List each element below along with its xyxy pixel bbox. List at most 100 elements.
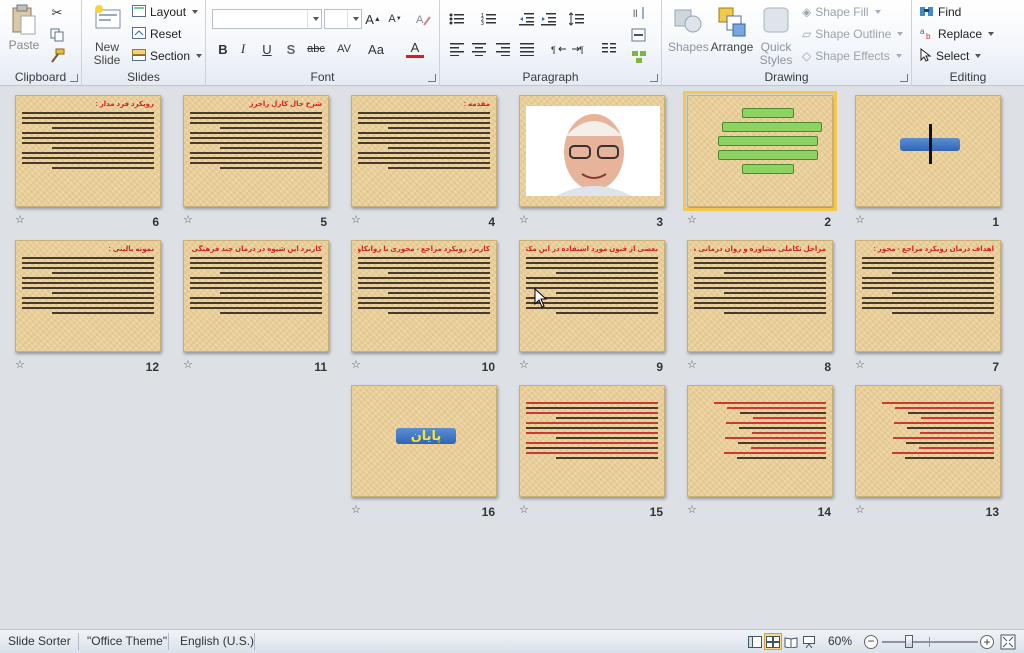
italic-button[interactable]: I (234, 40, 252, 58)
smartart-icon[interactable] (630, 48, 648, 66)
slide-transition-star-icon[interactable]: ☆ (351, 358, 361, 371)
zoom-out-icon[interactable]: − (864, 635, 878, 649)
paragraph-launcher-icon[interactable] (650, 74, 658, 82)
slide-show-button[interactable] (800, 633, 818, 650)
slide-thumbnail-image[interactable]: پایان (351, 385, 497, 497)
slide-transition-star-icon[interactable]: ☆ (183, 358, 193, 371)
slide-thumbnail[interactable]: اهداف درمان رویکرد مراجع - محور : ☆ 7 (855, 240, 1001, 374)
slide-transition-star-icon[interactable]: ☆ (519, 358, 529, 371)
new-slide-button[interactable]: New Slide (88, 4, 126, 67)
shapes-button[interactable]: Shapes (668, 4, 709, 54)
slide-transition-star-icon[interactable]: ☆ (687, 503, 697, 516)
slide-sorter-view-button[interactable] (764, 633, 782, 650)
slide-thumbnail[interactable]: رویکرد فرد مدار : ☆ 6 (15, 95, 161, 229)
zoom-slider-thumb[interactable] (904, 635, 913, 648)
font-color-button[interactable]: A (406, 40, 424, 58)
replace-button[interactable]: ab Replace (920, 24, 995, 44)
slide-thumbnail-image[interactable] (683, 91, 837, 211)
fit-to-window-icon[interactable] (1000, 634, 1016, 650)
slide-thumbnail[interactable]: ☆ 14 (687, 385, 833, 519)
slide-thumbnail[interactable]: ☆ 1 (855, 95, 1001, 229)
slide-thumbnail[interactable]: کاربرد این شیوه در درمان چند فرهنگی : ☆ 11 (183, 240, 329, 374)
reading-view-button[interactable] (782, 633, 800, 650)
rtl-icon[interactable]: ¶ (550, 40, 568, 58)
slide-thumbnail-image[interactable]: اهداف درمان رویکرد مراجع - محور : (855, 240, 1001, 352)
shape-effects-button[interactable]: ◇ Shape Effects (802, 46, 902, 66)
zoom-in-icon[interactable]: + (980, 635, 994, 649)
format-painter-icon[interactable] (48, 47, 66, 65)
grow-font-icon[interactable]: A ▲ (364, 10, 382, 28)
arrange-button[interactable]: Arrange (710, 4, 754, 54)
slide-transition-star-icon[interactable]: ☆ (15, 213, 25, 226)
increase-indent-icon[interactable] (540, 10, 558, 28)
slide-transition-star-icon[interactable]: ☆ (519, 503, 529, 516)
font-name-combo[interactable] (212, 9, 322, 29)
cut-icon[interactable]: ✂ (48, 4, 66, 22)
line-spacing-icon[interactable] (568, 10, 586, 28)
decrease-indent-icon[interactable] (518, 10, 536, 28)
slide-thumbnail[interactable]: پایان ☆ 16 (351, 385, 497, 519)
slide-thumbnail[interactable]: ☆ 15 (519, 385, 665, 519)
language-indicator[interactable]: English (U.S.) (180, 634, 254, 648)
columns-icon[interactable] (600, 40, 618, 58)
slide-transition-star-icon[interactable]: ☆ (15, 358, 25, 371)
slide-transition-star-icon[interactable]: ☆ (855, 503, 865, 516)
slide-thumbnail-image[interactable]: مقدمه : (351, 95, 497, 207)
slide-transition-star-icon[interactable]: ☆ (855, 358, 865, 371)
underline-button[interactable]: U (258, 40, 276, 58)
change-case-button[interactable]: Aa (364, 40, 388, 58)
slide-thumbnail[interactable]: نمونه بالینی : ☆ 12 (15, 240, 161, 374)
strikethrough-button[interactable]: abc (304, 40, 328, 58)
slide-thumbnail[interactable]: ☆ 13 (855, 385, 1001, 519)
find-button[interactable]: Find (920, 2, 961, 22)
clipboard-launcher-icon[interactable] (70, 74, 78, 82)
copy-icon[interactable] (48, 26, 66, 44)
shape-outline-button[interactable]: ▱ Shape Outline (802, 24, 904, 44)
align-right-icon[interactable] (494, 40, 512, 58)
select-button[interactable]: Select (920, 46, 982, 66)
reset-button[interactable]: Reset (132, 24, 181, 44)
slide-transition-star-icon[interactable]: ☆ (687, 358, 697, 371)
slide-thumbnail-image[interactable]: رویکرد فرد مدار : (15, 95, 161, 207)
normal-view-button[interactable] (746, 633, 764, 650)
bullets-icon[interactable] (448, 10, 466, 28)
slide-thumbnail[interactable]: مراحل تکاملی مشاوره و روان درمانی مراجع … (687, 240, 833, 374)
slide-thumbnail-image[interactable] (855, 95, 1001, 207)
slide-thumbnail-image[interactable] (519, 385, 665, 497)
slide-thumbnail[interactable]: کاربرد رویکرد مراجع - محوری با روانکاوی … (351, 240, 497, 374)
slide-transition-star-icon[interactable]: ☆ (855, 213, 865, 226)
ltr-icon[interactable]: ¶ (570, 40, 588, 58)
slide-transition-star-icon[interactable]: ☆ (351, 213, 361, 226)
drawing-launcher-icon[interactable] (900, 74, 908, 82)
align-left-icon[interactable] (448, 40, 466, 58)
clear-format-icon[interactable]: A (414, 10, 432, 28)
align-text-icon[interactable] (630, 26, 648, 44)
numbering-icon[interactable]: 123 (480, 10, 498, 28)
slide-sorter-pane[interactable]: ☆ 1 ☆ 2 ☆ 3 مقدمه : ☆ 4 شرح حال کارل راجرز ☆ 5 رویکر… (0, 86, 1024, 629)
quick-styles-button[interactable]: Quick Styles (756, 4, 796, 67)
slide-thumbnail-image[interactable]: کاربرد رویکرد مراجع - محوری با روانکاوی … (351, 240, 497, 352)
shadow-button[interactable]: S (282, 40, 300, 58)
align-center-icon[interactable] (470, 40, 488, 58)
slide-thumbnail[interactable]: ☆ 3 (519, 95, 665, 229)
shrink-font-icon[interactable]: A ▼ (386, 10, 404, 28)
slide-transition-star-icon[interactable]: ☆ (687, 213, 697, 226)
shape-fill-button[interactable]: ◈ Shape Fill (802, 2, 881, 22)
slide-thumbnail-image[interactable] (519, 95, 665, 207)
slide-thumbnail[interactable]: ☆ 2 (683, 91, 837, 229)
section-button[interactable]: Section (132, 46, 203, 66)
slide-thumbnail-image[interactable] (855, 385, 1001, 497)
zoom-slider[interactable] (882, 641, 978, 643)
justify-icon[interactable] (518, 40, 536, 58)
slide-thumbnail-image[interactable]: کاربرد این شیوه در درمان چند فرهنگی : (183, 240, 329, 352)
slide-thumbnail-image[interactable] (687, 385, 833, 497)
paste-button[interactable]: Paste (4, 4, 44, 52)
bold-button[interactable]: B (214, 40, 232, 58)
zoom-level[interactable]: 60% (828, 634, 852, 648)
slide-thumbnail-image[interactable]: شرح حال کارل راجرز (183, 95, 329, 207)
text-direction-icon[interactable]: ll (630, 4, 648, 22)
font-launcher-icon[interactable] (428, 74, 436, 82)
layout-button[interactable]: Layout (132, 2, 199, 22)
slide-transition-star-icon[interactable]: ☆ (519, 213, 529, 226)
char-spacing-button[interactable]: AV (332, 40, 356, 58)
